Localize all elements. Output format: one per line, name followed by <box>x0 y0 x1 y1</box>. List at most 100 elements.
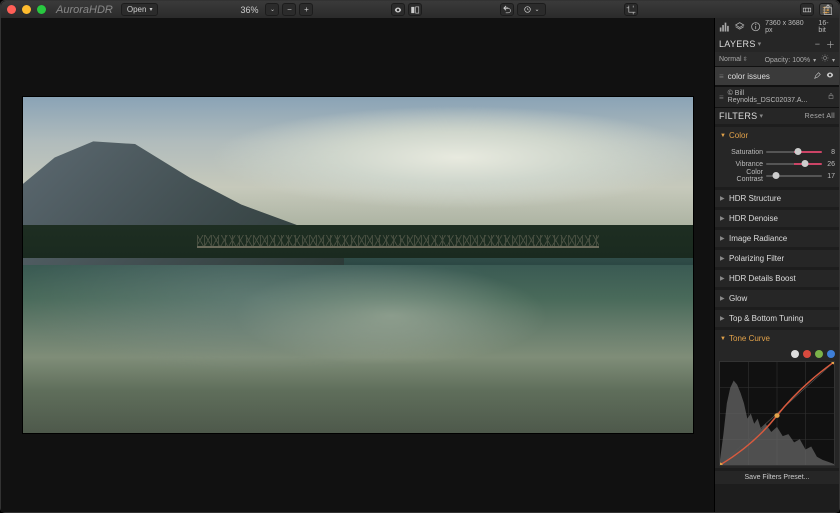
filter-header-tone-curve[interactable]: ▼ Tone Curve <box>715 330 839 347</box>
disclosure-right-icon: ▶ <box>720 235 726 242</box>
disclosure-right-icon: ▶ <box>720 215 726 222</box>
vibrance-slider[interactable] <box>766 161 822 167</box>
layer-item-adjustment[interactable]: ≡ color issues <box>715 66 839 86</box>
canvas-area[interactable] <box>1 18 714 512</box>
filter-header-polarizing-filter[interactable]: ▶Polarizing Filter <box>715 250 839 267</box>
grid-icon <box>802 5 812 15</box>
curve-channel-green[interactable] <box>815 350 823 358</box>
layer-name: color issues <box>728 72 770 81</box>
filter-header-hdr-structure[interactable]: ▶HDR Structure <box>715 190 839 207</box>
minus-icon: − <box>287 6 292 14</box>
layers-header-label: LAYERS <box>719 39 756 49</box>
layers-tab[interactable] <box>734 21 745 33</box>
zoom-in-button[interactable]: + <box>299 3 313 16</box>
close-window-button[interactable] <box>7 5 16 14</box>
minimize-window-button[interactable] <box>22 5 31 14</box>
layers-header: LAYERS ▾ − ＋ <box>715 36 839 52</box>
crop-button[interactable] <box>624 3 638 16</box>
right-panel: 7360 x 3680 px 16-bit LAYERS ▾ − ＋ Norma… <box>714 18 839 512</box>
chevron-down-icon: ▾ <box>832 58 835 64</box>
filter-header-hdr-details-boost[interactable]: ▶HDR Details Boost <box>715 270 839 287</box>
app-name: AuroraHDR <box>56 4 113 16</box>
crop-icon <box>626 5 636 15</box>
saturation-value: 8 <box>825 149 835 156</box>
collapse-layers-button[interactable]: − <box>813 40 822 49</box>
drag-handle-icon[interactable]: ≡ <box>719 72 724 81</box>
eye-icon <box>393 5 403 15</box>
layer-brush-button[interactable] <box>813 71 822 82</box>
eye-icon <box>825 70 835 80</box>
color-contrast-slider[interactable] <box>766 173 822 179</box>
blend-mode-select[interactable]: Normal <box>719 56 742 63</box>
split-view-icon <box>410 5 420 15</box>
saturation-slider[interactable] <box>766 149 822 155</box>
reset-all-button[interactable]: Reset All <box>805 113 835 120</box>
preview-button[interactable] <box>391 3 405 16</box>
chevron-down-icon: ▾ <box>813 58 816 64</box>
compare-button[interactable] <box>408 3 422 16</box>
vibrance-value: 26 <box>825 161 835 168</box>
saturation-label: Saturation <box>719 149 763 156</box>
chevron-down-icon[interactable]: ▾ <box>759 112 763 120</box>
history-button[interactable]: ⌄ <box>517 3 545 16</box>
color-contrast-label: Color Contrast <box>719 169 763 183</box>
image-preview <box>23 97 693 433</box>
curve-channel-blue[interactable] <box>827 350 835 358</box>
undo-icon <box>502 5 512 15</box>
filter-header-hdr-denoise[interactable]: ▶HDR Denoise <box>715 210 839 227</box>
disclosure-right-icon: ▶ <box>720 255 726 262</box>
layer-blend-row: Normal ⇳ Opacity: 100% ▾ ▾ <box>715 52 839 66</box>
filter-header-glow[interactable]: ▶Glow <box>715 290 839 307</box>
filter-title: Polarizing Filter <box>729 254 784 263</box>
chevron-updown-icon: ⇳ <box>743 56 748 63</box>
opacity-value[interactable]: 100% <box>792 57 810 64</box>
info-icon <box>750 21 761 32</box>
maximize-window-button[interactable] <box>37 5 46 14</box>
brush-icon <box>813 71 822 80</box>
plus-icon: + <box>304 6 309 14</box>
filter-title: HDR Details Boost <box>729 274 796 283</box>
export-button[interactable] <box>822 4 834 19</box>
filters-header: FILTERS ▾ Reset All <box>715 108 839 124</box>
chevron-down-icon[interactable]: ▾ <box>758 40 762 48</box>
image-bit-depth: 16-bit <box>818 20 835 34</box>
disclosure-down-icon: ▼ <box>720 336 726 342</box>
image-dimensions: 7360 x 3680 px <box>765 20 810 34</box>
filter-title: Top & Bottom Tuning <box>729 314 803 323</box>
vibrance-label: Vibrance <box>719 161 763 168</box>
save-filters-preset-button[interactable]: Save Filters Preset... <box>715 471 839 484</box>
layer-name: © Bill Reynolds_DSC02037.A... <box>728 90 823 104</box>
disclosure-right-icon: ▶ <box>720 195 726 202</box>
drag-handle-icon[interactable]: ≡ <box>719 93 724 102</box>
add-layer-button[interactable]: ＋ <box>826 40 835 49</box>
filter-title: Tone Curve <box>729 334 770 343</box>
filter-title: Image Radiance <box>729 234 787 243</box>
open-button[interactable]: Open ▾ <box>121 3 159 16</box>
dropdown-caret-icon: ▾ <box>149 7 152 13</box>
filter-header-top-bottom-tuning[interactable]: ▶Top & Bottom Tuning <box>715 310 839 327</box>
filter-header-image-radiance[interactable]: ▶Image Radiance <box>715 230 839 247</box>
export-icon <box>822 4 834 16</box>
layer-lock-button[interactable] <box>827 92 835 102</box>
open-button-label: Open <box>127 6 147 14</box>
curve-channel-red[interactable] <box>803 350 811 358</box>
zoom-dropdown[interactable]: ⌄ <box>265 3 279 16</box>
disclosure-down-icon: ▼ <box>720 133 726 139</box>
tone-curve-editor[interactable] <box>719 361 835 466</box>
histogram-tab[interactable] <box>719 21 730 33</box>
layer-item-base[interactable]: ≡ © Bill Reynolds_DSC02037.A... <box>715 86 839 108</box>
curve-channel-luma[interactable] <box>791 350 799 358</box>
filter-header-color[interactable]: ▼ Color <box>715 127 839 144</box>
traffic-lights <box>7 5 46 14</box>
undo-button[interactable] <box>500 3 514 16</box>
filter-title: HDR Denoise <box>729 214 778 223</box>
info-tab[interactable] <box>750 21 761 33</box>
color-contrast-value: 17 <box>825 173 835 180</box>
layer-visibility-button[interactable] <box>825 70 835 82</box>
disclosure-right-icon: ▶ <box>720 295 726 302</box>
disclosure-right-icon: ▶ <box>720 275 726 282</box>
presets-panel-button[interactable] <box>800 3 814 16</box>
layer-settings-button[interactable] <box>821 57 831 64</box>
zoom-out-button[interactable]: − <box>282 3 296 16</box>
filter-title: HDR Structure <box>729 194 781 203</box>
